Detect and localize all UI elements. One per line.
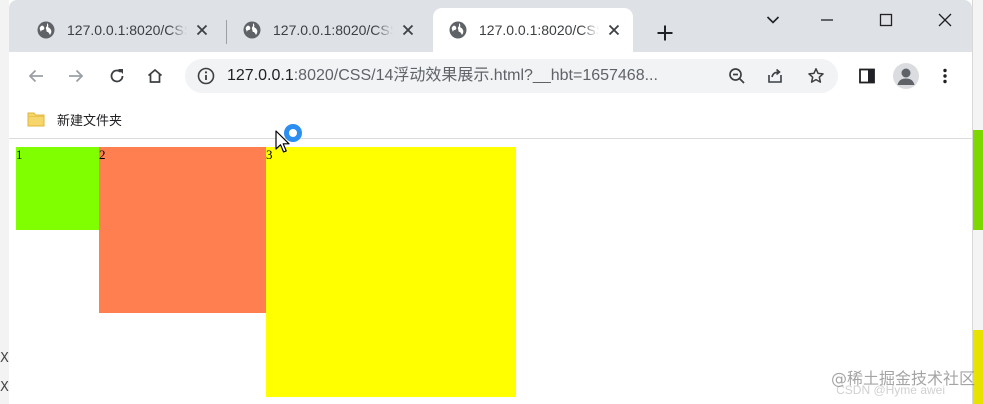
new-tab-button[interactable]	[652, 20, 678, 46]
page-viewport: 1 2 3	[9, 139, 972, 404]
tab-1[interactable]: 127.0.0.1:8020/CSS/14浮动效果展示.html	[21, 8, 221, 52]
tab-title: 127.0.0.1:8020/CSS/14浮动效果展示.html	[67, 22, 187, 38]
menu-button[interactable]	[931, 62, 959, 90]
tab-3-active[interactable]: 127.0.0.1:8020/CSS/14浮动效果展示.html	[433, 8, 633, 52]
home-button[interactable]	[141, 62, 169, 90]
desktop-mark: X	[0, 380, 9, 395]
share-button[interactable]	[764, 65, 786, 87]
more-vertical-icon	[943, 68, 947, 84]
browser-toolbar: 127.0.0.1:8020/CSS/14浮动效果展示.html?__hbt=1…	[9, 52, 972, 100]
plus-icon	[657, 25, 673, 41]
bookmark-folder[interactable]: 新建文件夹	[27, 106, 122, 132]
bookmark-label: 新建文件夹	[57, 113, 123, 129]
zoom-out-icon	[729, 68, 745, 84]
star-icon	[808, 68, 824, 83]
reload-button[interactable]	[103, 62, 131, 90]
info-icon	[197, 67, 215, 85]
tab-strip: 127.0.0.1:8020/CSS/14浮动效果展示.html 127.0.0…	[9, 0, 972, 52]
background-window-yellow-strip	[973, 330, 983, 404]
globe-icon	[243, 21, 261, 39]
watermark: @稀土掘金技术社区 CSDN @Hyme awei	[803, 368, 975, 397]
close-tab-icon[interactable]	[399, 21, 417, 39]
close-tab-icon[interactable]	[605, 21, 623, 39]
chevron-down-icon	[766, 16, 780, 24]
home-icon	[147, 68, 163, 83]
url-host: 127.0.0.1	[227, 67, 294, 84]
minimize-icon	[821, 19, 833, 21]
background-window-green-strip	[973, 130, 983, 230]
url-path: :8020/CSS/14浮动效果展示.html?__hbt=1657468...	[293, 67, 658, 84]
minimize-button[interactable]	[807, 6, 847, 34]
watermark-sub: CSDN @Hyme awei	[836, 383, 945, 397]
maximize-icon	[879, 13, 893, 27]
busy-spinner-icon	[284, 124, 302, 142]
tab-title: 127.0.0.1:8020/CSS/14浮动效果展示.html	[479, 22, 599, 38]
side-panel-icon	[859, 68, 875, 84]
share-icon	[768, 68, 782, 83]
tab-title: 127.0.0.1:8020/CSS/14浮动效果展示.html	[273, 22, 393, 38]
desktop-left-edge: X X	[0, 0, 9, 404]
zoom-button[interactable]	[726, 65, 748, 87]
profile-avatar[interactable]	[893, 63, 919, 89]
globe-icon	[449, 21, 467, 39]
tab-2[interactable]: 127.0.0.1:8020/CSS/14浮动效果展示.html	[227, 8, 427, 52]
bookmark-star-button[interactable]	[805, 65, 827, 87]
arrow-left-icon	[28, 69, 43, 83]
forward-button[interactable]	[62, 62, 90, 90]
globe-icon	[37, 21, 55, 39]
close-icon	[938, 13, 952, 27]
reload-icon	[110, 69, 124, 83]
float-box-3: 3	[266, 147, 516, 397]
desktop-mark: X	[0, 351, 9, 366]
desktop-right-edge	[972, 0, 983, 404]
tab-search-button[interactable]	[753, 6, 793, 34]
address-bar[interactable]: 127.0.0.1:8020/CSS/14浮动效果展示.html?__hbt=1…	[185, 59, 838, 93]
float-box-1: 1	[16, 147, 99, 230]
url-text[interactable]: 127.0.0.1:8020/CSS/14浮动效果展示.html?__hbt=1…	[227, 66, 707, 86]
person-icon	[897, 68, 915, 85]
browser-window: 127.0.0.1:8020/CSS/14浮动效果展示.html 127.0.0…	[9, 0, 972, 404]
maximize-button[interactable]	[866, 6, 906, 34]
side-panel-button[interactable]	[853, 62, 881, 90]
folder-icon	[27, 112, 45, 127]
float-box-2: 2	[99, 147, 266, 313]
box-label: 2	[99, 147, 106, 162]
close-window-button[interactable]	[925, 6, 965, 34]
box-label: 1	[16, 147, 23, 162]
arrow-right-icon	[69, 69, 84, 83]
bookmarks-bar: 新建文件夹	[9, 100, 972, 139]
back-button[interactable]	[22, 62, 50, 90]
box-label: 3	[266, 147, 273, 162]
close-tab-icon[interactable]	[193, 21, 211, 39]
